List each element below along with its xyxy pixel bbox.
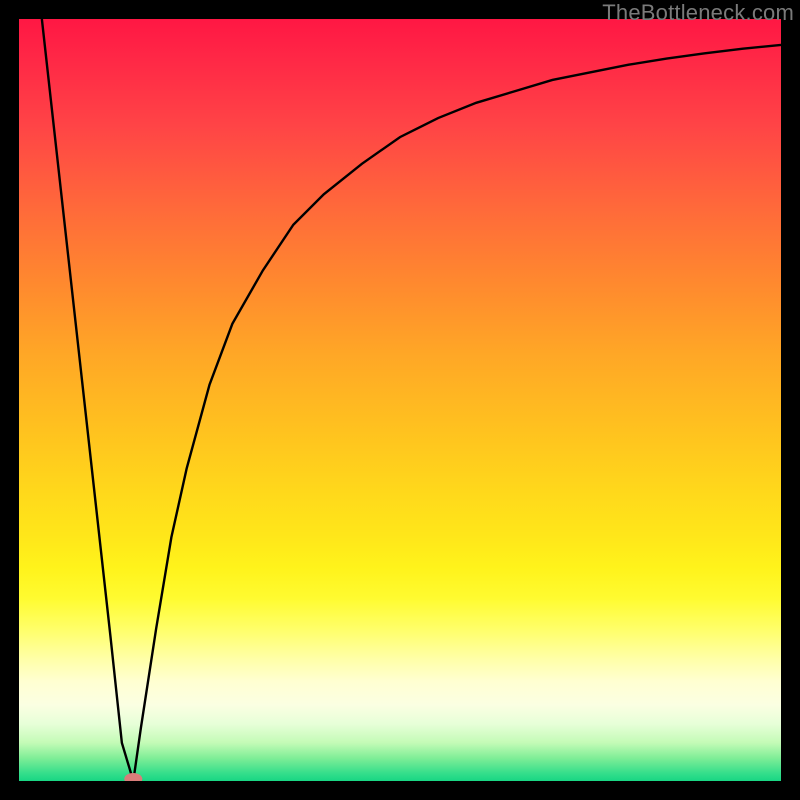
bottleneck-curve xyxy=(42,19,781,781)
watermark-text: TheBottleneck.com xyxy=(602,0,794,26)
chart-frame: TheBottleneck.com xyxy=(0,0,800,800)
plot-area xyxy=(19,19,781,781)
minimum-marker xyxy=(124,773,142,781)
curve-layer xyxy=(19,19,781,781)
